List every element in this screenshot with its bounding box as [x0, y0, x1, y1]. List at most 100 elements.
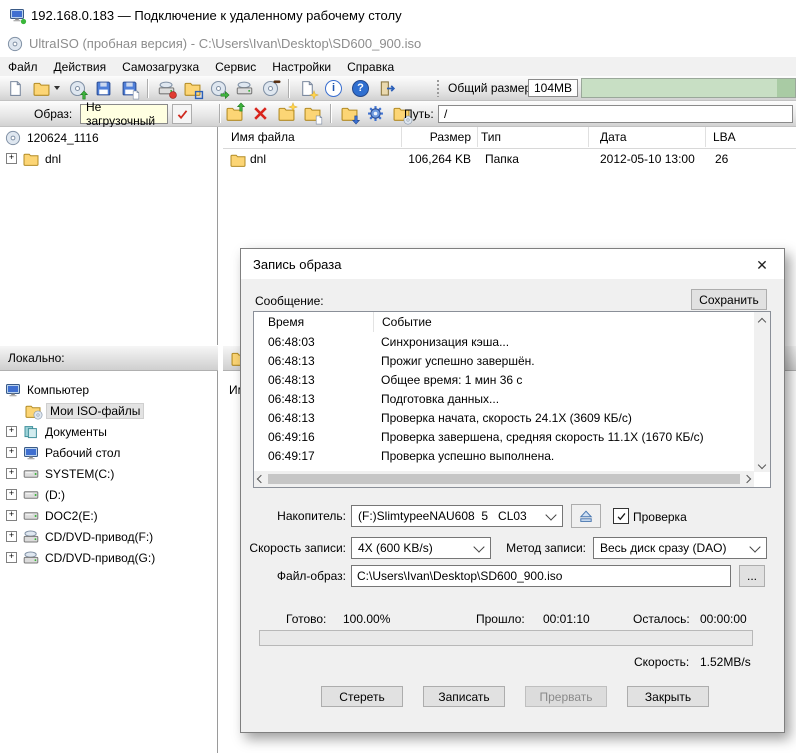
col-name[interactable]: Имя файла — [231, 130, 295, 144]
boot-check-button[interactable] — [172, 104, 192, 124]
expander-icon[interactable]: + — [6, 426, 17, 437]
menu-help[interactable]: Справка — [339, 60, 402, 74]
open-dropdown-caret[interactable] — [54, 86, 60, 90]
tree-item-desktop[interactable]: + Рабочий стол — [0, 442, 217, 463]
erase-button[interactable]: Стереть — [321, 686, 403, 707]
remaining-value: 00:00:00 — [700, 612, 747, 626]
tree-label: DOC2(E:) — [45, 509, 98, 523]
expander-icon[interactable]: + — [6, 447, 17, 458]
close-button[interactable]: Закрыть — [627, 686, 709, 707]
rdp-titlebar: 192.168.0.183 — Подключение к удаленному… — [0, 0, 796, 30]
menu-bootable[interactable]: Самозагрузка — [114, 60, 207, 74]
log-col-time[interactable]: Время — [254, 312, 374, 332]
new-folder-icon[interactable] — [275, 103, 297, 124]
vertical-scrollbar[interactable] — [754, 312, 770, 472]
verify-checkbox[interactable] — [613, 508, 629, 524]
expander-icon[interactable]: + — [6, 468, 17, 479]
make-bootable-icon[interactable] — [259, 78, 281, 99]
import-folder-icon[interactable] — [338, 103, 360, 124]
tree-item-cddrive-g[interactable]: + CD/DVD-привод(G:) — [0, 547, 217, 568]
log-col-event[interactable]: Событие — [374, 315, 432, 329]
file-row-dnl[interactable]: dnl 106,264 KB Папка 2012-05-10 13:00 26 — [223, 149, 796, 170]
desktop-icon — [22, 444, 40, 461]
write-speed-combobox[interactable]: 4X (600 KB/s) — [351, 537, 491, 559]
file-name: dnl — [250, 152, 266, 166]
close-icon[interactable]: ✕ — [752, 255, 772, 275]
write-speed-value: 4X (600 KB/s) — [358, 541, 475, 555]
mount-virtual-drive-icon[interactable] — [181, 78, 203, 99]
extract-folder-icon[interactable] — [223, 103, 245, 124]
path-field[interactable]: / — [438, 105, 793, 123]
open-image-icon[interactable] — [30, 78, 52, 99]
burn-cd-image-icon[interactable] — [233, 78, 255, 99]
tree-item-computer[interactable]: Компьютер — [0, 379, 217, 400]
expander-icon[interactable]: + — [6, 531, 17, 542]
iso-tree-panel: 120624_1116 + dnl — [0, 127, 218, 345]
col-type[interactable]: Тип — [481, 130, 501, 144]
dialog-titlebar: Запись образа — [241, 249, 784, 279]
tree-item-documents[interactable]: + Документы — [0, 421, 217, 442]
menu-options[interactable]: Настройки — [264, 60, 339, 74]
log-list[interactable]: Время Событие 06:48:03Синхронизация кэша… — [253, 311, 771, 488]
menu-actions[interactable]: Действия — [46, 60, 115, 74]
local-header-label: Локально: — [8, 351, 65, 365]
write-button[interactable]: Записать — [423, 686, 505, 707]
tree-item-drive-e[interactable]: + DOC2(E:) — [0, 505, 217, 526]
write-method-combobox[interactable]: Весь диск сразу (DAO) — [593, 537, 767, 559]
checklist-icon[interactable] — [296, 78, 318, 99]
menu-file[interactable]: Файл — [0, 60, 46, 74]
elapsed-value: 00:01:10 — [543, 612, 590, 626]
make-cd-image-icon[interactable] — [207, 78, 229, 99]
abort-button[interactable]: Прервать — [525, 686, 607, 707]
scroll-right-icon[interactable] — [743, 475, 751, 483]
expander-icon[interactable]: + — [6, 489, 17, 500]
iso-folder-label: dnl — [45, 152, 61, 166]
expander-icon[interactable]: + — [6, 153, 17, 164]
iso-root-label: 120624_1116 — [27, 131, 99, 145]
horizontal-scrollbar[interactable] — [254, 471, 754, 487]
scrollbar-thumb[interactable] — [268, 474, 740, 484]
iso-root-node[interactable]: 120624_1116 — [0, 127, 217, 148]
cd-drive-icon — [22, 528, 40, 545]
rdp-icon — [8, 7, 26, 24]
new-image-icon[interactable] — [4, 78, 26, 99]
burn-cd-icon[interactable] — [155, 78, 177, 99]
local-header-bar: Локально: — [0, 345, 218, 371]
iso-folder-node[interactable]: + dnl — [0, 148, 217, 169]
eject-button[interactable] — [571, 504, 601, 528]
boot-status-box: Не загрузочный — [80, 104, 168, 124]
image-file-field[interactable]: C:\Users\Ivan\Desktop\SD600_900.iso — [351, 565, 731, 587]
info-icon[interactable]: i — [325, 80, 342, 97]
save-log-button[interactable]: Сохранить — [691, 289, 767, 310]
help-icon[interactable]: ? — [352, 80, 369, 97]
app-titlebar: UltraISO (пробная версия) - C:\Users\Iva… — [0, 30, 796, 57]
log-row: 06:48:03Синхронизация кэша... — [254, 332, 770, 351]
expander-icon[interactable]: + — [6, 510, 17, 521]
save-as-icon[interactable] — [118, 78, 140, 99]
scroll-left-icon[interactable] — [257, 475, 265, 483]
verify-label[interactable]: Проверка — [633, 510, 687, 524]
tree-item-cddrive-f[interactable]: + CD/DVD-привод(F:) — [0, 526, 217, 547]
menu-tools[interactable]: Сервис — [207, 60, 264, 74]
delete-icon[interactable] — [249, 103, 271, 124]
settings-gear-icon[interactable] — [364, 103, 386, 124]
scroll-down-icon[interactable] — [758, 461, 766, 469]
save-icon[interactable] — [92, 78, 114, 99]
tree-item-my-iso-files[interactable]: Мои ISO-файлы — [0, 400, 217, 421]
col-size[interactable]: Размер — [373, 130, 471, 144]
path-label: Путь: — [404, 107, 434, 121]
local-tree-panel: Компьютер Мои ISO-файлы + Документы + Ра… — [0, 371, 218, 753]
elapsed-label: Прошло: — [476, 612, 525, 626]
tree-item-drive-c[interactable]: + SYSTEM(C:) — [0, 463, 217, 484]
expander-icon[interactable]: + — [6, 552, 17, 563]
browse-button[interactable]: ... — [739, 565, 765, 587]
drive-combobox[interactable]: (F:)SlimtypeeNAU608 5 CL03 — [351, 505, 563, 527]
folder-properties-icon[interactable] — [301, 103, 323, 124]
col-date[interactable]: Дата — [600, 130, 627, 144]
scroll-up-icon[interactable] — [758, 318, 766, 326]
extract-cd-icon[interactable] — [66, 78, 88, 99]
col-lba[interactable]: LBA — [713, 130, 736, 144]
tree-item-drive-d[interactable]: + (D:) — [0, 484, 217, 505]
exit-icon[interactable] — [376, 78, 398, 99]
capacity-bar — [581, 78, 796, 98]
